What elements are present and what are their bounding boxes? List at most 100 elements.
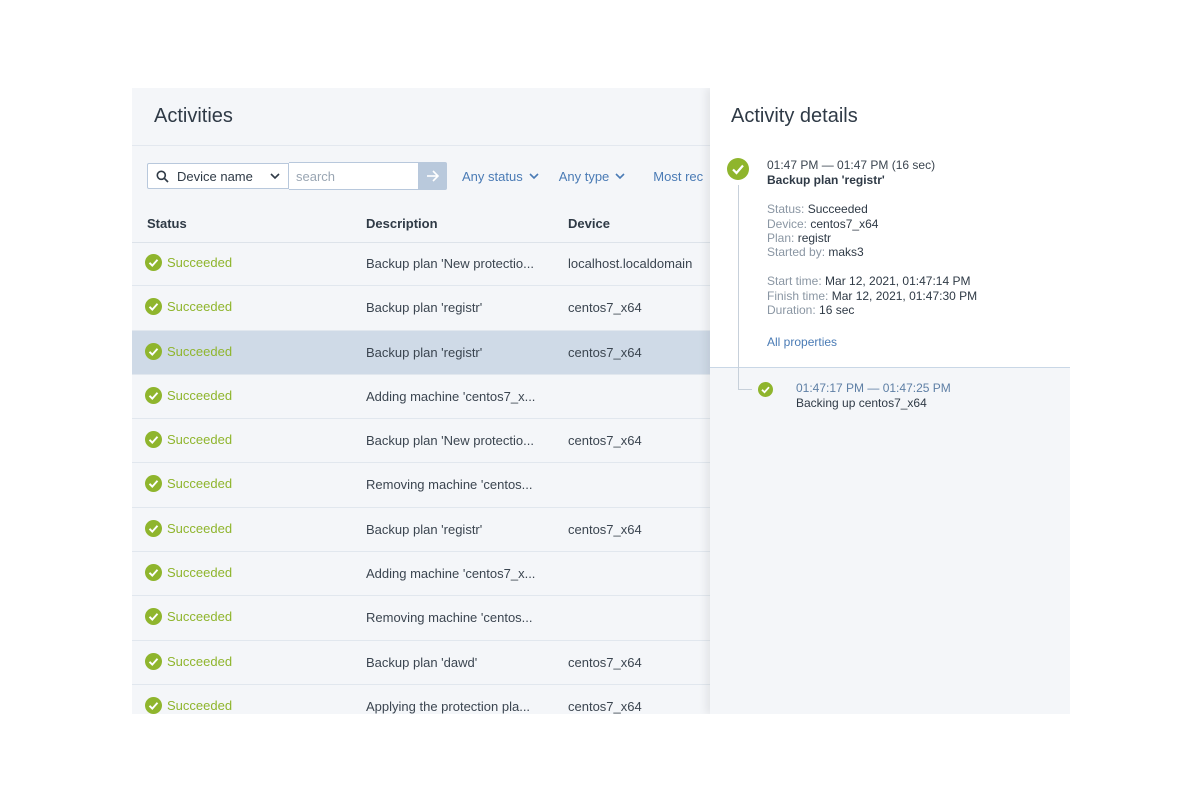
- subactivity-description: Backing up centos7_x64: [796, 396, 927, 410]
- table-row[interactable]: Succeeded Backup plan 'registr' centos7_x6…: [132, 286, 711, 331]
- arrow-right-icon: [427, 170, 440, 182]
- details-title: Activity details: [731, 105, 858, 127]
- description-cell: Adding machine 'centos7_x...: [366, 566, 536, 582]
- status-label: Succeeded: [167, 609, 233, 625]
- status-label: Succeeded: [167, 697, 233, 713]
- device-cell: centos7_x64: [568, 344, 642, 360]
- status-cell: Succeeded: [145, 298, 233, 316]
- device-cell: localhost.localdomain: [568, 256, 693, 271]
- search-icon: [156, 170, 169, 183]
- detail-duration: Duration: 16 sec: [767, 303, 855, 317]
- table-row[interactable]: Succeeded Removing machine 'centos...: [132, 463, 711, 508]
- detail-finish-time: Finish time: Mar 12, 2021, 01:47:30 PM: [767, 289, 978, 303]
- status-cell: Succeeded: [145, 652, 233, 670]
- timeline-connector: [738, 185, 739, 389]
- description-cell: Backup plan 'dawd': [366, 654, 478, 670]
- activity-details-panel: Activity details 01:47 PM — 01:47 PM (16…: [710, 88, 1070, 714]
- subactivity-time-range: 01:47:17 PM — 01:47:25 PM: [796, 381, 951, 395]
- check-circle-icon: [145, 564, 162, 582]
- check-circle-icon: [145, 696, 162, 714]
- status-label: Succeeded: [167, 520, 233, 536]
- app-window: Activities Device name search Any status…: [132, 88, 1070, 714]
- check-circle-icon: [145, 254, 162, 271]
- status-cell: Succeeded: [145, 696, 233, 714]
- check-circle-icon: [145, 431, 162, 449]
- device-cell: centos7_x64: [568, 300, 642, 316]
- check-circle-icon: [727, 158, 749, 180]
- activity-time-range: 01:47 PM — 01:47 PM (16 sec): [767, 158, 936, 172]
- detail-started-by: Started by: maks3: [767, 245, 864, 259]
- check-circle-icon: [145, 386, 162, 404]
- timeline-branch: [738, 389, 752, 390]
- check-circle-icon: [145, 298, 162, 316]
- column-header-description[interactable]: Description: [366, 216, 438, 231]
- check-circle-icon: [758, 382, 773, 397]
- table-row[interactable]: Succeeded Backup plan 'dawd' centos7_x64: [132, 641, 711, 685]
- check-circle-icon: [145, 519, 162, 537]
- status-label: Succeeded: [167, 343, 233, 359]
- status-label: Succeeded: [167, 432, 233, 448]
- type-filter-label: Any type: [558, 168, 610, 184]
- table-row[interactable]: Succeeded Applying the protection pla... c…: [132, 685, 711, 714]
- sort-filter-label: Most rec: [653, 168, 704, 184]
- check-circle-icon: [145, 608, 162, 626]
- status-label: Succeeded: [167, 653, 233, 669]
- table-header: Status Description Device: [132, 205, 711, 243]
- chevron-down-icon: [529, 172, 539, 179]
- status-filter[interactable]: Any status: [462, 169, 539, 184]
- status-cell: Succeeded: [145, 564, 233, 582]
- table-row[interactable]: Succeeded Backup plan 'New protectio... lo…: [132, 242, 711, 287]
- device-cell: centos7_x64: [568, 521, 642, 537]
- device-cell: centos7_x64: [568, 433, 642, 449]
- status-label: Succeeded: [167, 387, 233, 403]
- column-header-status[interactable]: Status: [147, 216, 187, 231]
- status-cell: Succeeded: [145, 519, 233, 537]
- status-cell: Succeeded: [145, 342, 233, 360]
- description-cell: Adding machine 'centos7_x...: [366, 388, 536, 404]
- description-cell: Removing machine 'centos...: [366, 610, 533, 626]
- filter-toolbar: Device name Any status Any type: [147, 162, 703, 190]
- status-cell: Succeeded: [145, 431, 233, 449]
- chevron-down-icon: [270, 172, 280, 179]
- search-go-button[interactable]: [419, 162, 447, 190]
- description-cell: Backup plan 'New protectio...: [366, 433, 534, 449]
- chevron-down-icon: [615, 172, 625, 179]
- column-header-device[interactable]: Device: [568, 216, 610, 231]
- status-cell: Succeeded: [145, 608, 233, 626]
- device-cell: centos7_x64: [568, 698, 642, 714]
- check-circle-icon: [145, 342, 162, 360]
- detail-device: Device: centos7_x64: [767, 217, 879, 231]
- status-label: Succeeded: [167, 255, 233, 270]
- sort-filter[interactable]: Most rec: [653, 169, 703, 184]
- description-cell: Applying the protection pla...: [366, 698, 531, 714]
- table-row[interactable]: Succeeded Adding machine 'centos7_x...: [132, 375, 711, 420]
- check-circle-icon: [145, 475, 162, 493]
- device-name-label: Device name: [177, 168, 253, 184]
- table-row[interactable]: Succeeded Backup plan 'registr' centos7_x6…: [132, 330, 711, 375]
- details-header: Activity details: [710, 88, 1070, 146]
- status-cell: Succeeded: [145, 254, 232, 271]
- activities-table-body: Succeeded Backup plan 'New protectio... lo…: [132, 242, 711, 714]
- table-row[interactable]: Succeeded Backup plan 'New protectio... ce…: [132, 419, 711, 464]
- search-input[interactable]: [289, 162, 419, 190]
- table-row[interactable]: Succeeded Backup plan 'registr' centos7_x6…: [132, 508, 711, 553]
- page-title: Activities: [154, 105, 233, 127]
- activity-detail-card: [710, 145, 1070, 368]
- status-cell: Succeeded: [145, 475, 232, 493]
- description-cell: Backup plan 'registr': [366, 344, 483, 360]
- device-name-select[interactable]: Device name: [147, 163, 289, 189]
- table-row[interactable]: Succeeded Adding machine 'centos7_x...: [132, 552, 711, 597]
- type-filter[interactable]: Any type: [559, 169, 626, 184]
- table-row[interactable]: Succeeded Removing machine 'centos...: [132, 596, 711, 641]
- check-circle-icon: [145, 652, 162, 670]
- status-label: Succeeded: [167, 565, 233, 581]
- detail-start-time: Start time: Mar 12, 2021, 01:47:14 PM: [767, 274, 971, 288]
- status-label: Succeeded: [167, 299, 233, 315]
- activity-name: Backup plan 'registr': [767, 173, 885, 187]
- all-properties-link[interactable]: All properties: [767, 335, 837, 349]
- status-cell: Succeeded: [145, 386, 233, 404]
- description-cell: Backup plan 'registr': [366, 300, 483, 316]
- detail-plan: Plan: registr: [767, 231, 832, 245]
- activities-panel: Activities Device name search Any status…: [132, 88, 711, 714]
- description-cell: Backup plan 'registr': [366, 521, 483, 537]
